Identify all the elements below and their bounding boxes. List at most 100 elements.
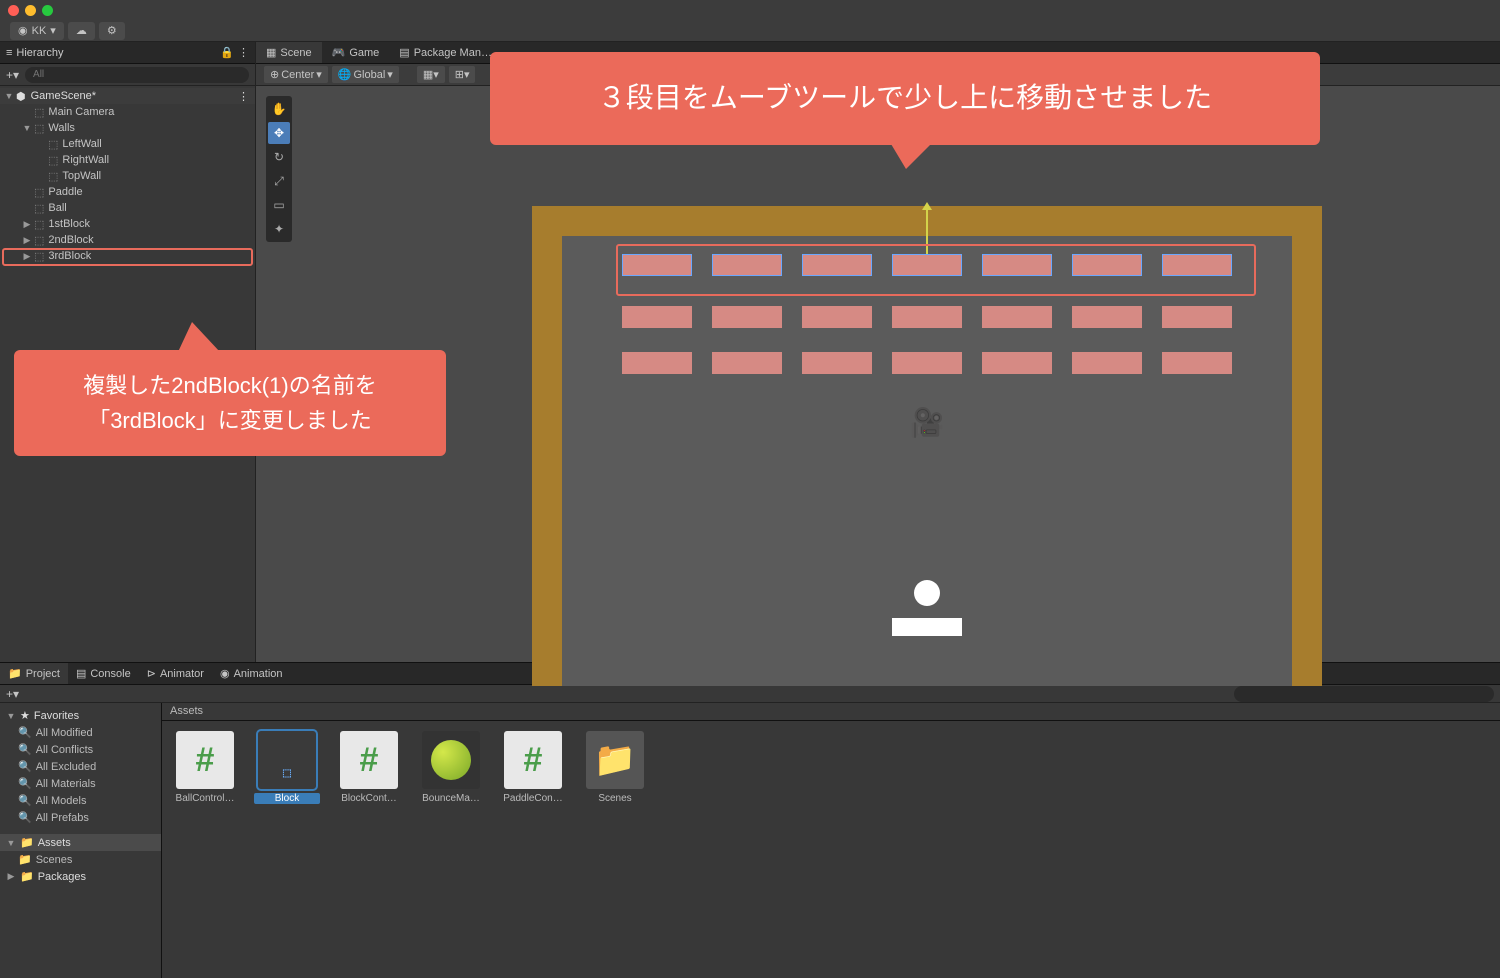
hierarchy-item[interactable]: ⬚Paddle <box>0 184 255 200</box>
scene-menu-icon[interactable]: ⋮ <box>238 90 255 103</box>
hierarchy-item[interactable]: ▶⬚1stBlock <box>0 216 255 232</box>
transform-tool[interactable]: ✦ <box>268 218 290 240</box>
block[interactable] <box>802 352 872 374</box>
hierarchy-item[interactable]: ▶⬚3rdBlock <box>0 248 255 264</box>
asset-item[interactable]: BounceMa… <box>418 731 484 804</box>
asset-item[interactable]: 📁Scenes <box>582 731 648 804</box>
favorites-header[interactable]: ▼★Favorites <box>0 707 161 724</box>
tab-package-manager[interactable]: ▤Package Man… <box>389 42 502 63</box>
hierarchy-item[interactable]: ⬚RightWall <box>0 152 255 168</box>
move-tool[interactable]: ✥ <box>268 122 290 144</box>
cloud-button[interactable]: ☁ <box>68 22 95 40</box>
asset-item[interactable]: #BallControl… <box>172 731 238 804</box>
folder-icon: 📁 <box>586 731 644 789</box>
hierarchy-tab[interactable]: ≡ Hierarchy 🔒 ⋮ <box>0 42 255 64</box>
asset-item[interactable]: #PaddleCon… <box>500 731 566 804</box>
expand-icon[interactable]: ▼ <box>4 91 14 101</box>
favorite-item[interactable]: 🔍All Materials <box>0 775 161 792</box>
tab-game[interactable]: 🎮Game <box>322 42 390 63</box>
scale-tool[interactable]: ⤢ <box>268 170 290 192</box>
hierarchy-search-input[interactable] <box>25 67 249 83</box>
favorite-item[interactable]: 🔍All Conflicts <box>0 741 161 758</box>
block[interactable] <box>1162 254 1232 276</box>
expand-icon[interactable]: ▼ <box>22 123 32 133</box>
block[interactable] <box>712 352 782 374</box>
asset-item[interactable]: #BlockCont… <box>336 731 402 804</box>
hand-tool[interactable]: ✋ <box>268 98 290 120</box>
favorite-item[interactable]: 🔍All Prefabs <box>0 809 161 826</box>
hierarchy-item[interactable]: ▼⬚Walls <box>0 120 255 136</box>
block[interactable] <box>622 254 692 276</box>
close-window-icon[interactable] <box>8 5 19 16</box>
favorite-item[interactable]: 🔍All Excluded <box>0 758 161 775</box>
scene-root[interactable]: ▼ ⬢ GameScene* ⋮ <box>0 88 255 104</box>
ball[interactable] <box>914 580 940 606</box>
tab-animation[interactable]: ◉Animation <box>212 663 291 684</box>
main-toolbar: ◉ KK ▾ ☁ ⚙ <box>0 20 1500 42</box>
block[interactable] <box>1072 254 1142 276</box>
block[interactable] <box>1072 306 1142 328</box>
camera-gizmo-icon[interactable]: 🎥 <box>910 406 945 439</box>
block[interactable] <box>622 352 692 374</box>
asset-item[interactable]: ⬚Block <box>254 731 320 804</box>
expand-icon[interactable]: ▶ <box>22 235 32 246</box>
hierarchy-toolbar: +▾ <box>0 64 255 86</box>
block[interactable] <box>1162 352 1232 374</box>
add-button[interactable]: +▾ <box>6 68 19 82</box>
block[interactable] <box>892 306 962 328</box>
packages-folder[interactable]: ▶📁Packages <box>0 868 161 885</box>
folder-icon: 📁 <box>8 667 22 680</box>
block[interactable] <box>712 306 782 328</box>
rect-tool[interactable]: ▭ <box>268 194 290 216</box>
animation-icon: ◉ <box>220 667 230 680</box>
tab-console[interactable]: ▤Console <box>68 663 139 684</box>
expand-icon[interactable]: ▶ <box>22 219 32 230</box>
search-icon: 🔍 <box>18 726 32 739</box>
grid-button[interactable]: ⊞▾ <box>449 66 476 83</box>
block[interactable] <box>802 306 872 328</box>
expand-icon[interactable]: ▶ <box>22 251 32 262</box>
asset-label: BlockCont… <box>336 793 402 804</box>
favorite-item[interactable]: 🔍All Modified <box>0 724 161 741</box>
block[interactable] <box>892 352 962 374</box>
hierarchy-item[interactable]: ⬚Ball <box>0 200 255 216</box>
tab-animator[interactable]: ⊳Animator <box>139 663 212 684</box>
block[interactable] <box>802 254 872 276</box>
project-breadcrumb[interactable]: Assets <box>162 703 1500 721</box>
block[interactable] <box>892 254 962 276</box>
hierarchy-item[interactable]: ▶⬚2ndBlock <box>0 232 255 248</box>
hierarchy-item[interactable]: ⬚Main Camera <box>0 104 255 120</box>
maximize-window-icon[interactable] <box>42 5 53 16</box>
block[interactable] <box>982 352 1052 374</box>
block-row-2[interactable] <box>622 306 1232 328</box>
paddle[interactable] <box>892 618 962 636</box>
block[interactable] <box>982 254 1052 276</box>
hierarchy-item[interactable]: ⬚TopWall <box>0 168 255 184</box>
hierarchy-item[interactable]: ⬚LeftWall <box>0 136 255 152</box>
favorite-item[interactable]: 🔍All Models <box>0 792 161 809</box>
block-row-1[interactable] <box>622 352 1232 374</box>
folder-scenes[interactable]: 📁Scenes <box>0 851 161 868</box>
rotate-tool[interactable]: ↻ <box>268 146 290 168</box>
block[interactable] <box>712 254 782 276</box>
left-wall <box>532 206 562 686</box>
space-toggle[interactable]: 🌐Global ▾ <box>332 66 399 83</box>
project-search-input[interactable] <box>1234 686 1494 702</box>
block[interactable] <box>982 306 1052 328</box>
pivot-toggle[interactable]: ⊕Center ▾ <box>264 66 328 83</box>
block[interactable] <box>1162 306 1232 328</box>
lock-icon[interactable]: 🔒 <box>220 46 234 59</box>
block-row-3[interactable] <box>618 250 1236 280</box>
add-button[interactable]: +▾ <box>6 687 19 701</box>
assets-folder[interactable]: ▼📁Assets <box>0 834 161 851</box>
minimize-window-icon[interactable] <box>25 5 36 16</box>
snap-button[interactable]: ▦▾ <box>417 66 445 83</box>
tab-scene[interactable]: ▦Scene <box>256 42 322 63</box>
tab-project[interactable]: 📁Project <box>0 663 68 684</box>
cloud-icon: ☁ <box>76 24 87 37</box>
block[interactable] <box>1072 352 1142 374</box>
block[interactable] <box>622 306 692 328</box>
account-dropdown[interactable]: ◉ KK ▾ <box>10 22 64 40</box>
settings-button[interactable]: ⚙ <box>99 22 125 40</box>
panel-menu-icon[interactable]: ⋮ <box>238 46 249 59</box>
